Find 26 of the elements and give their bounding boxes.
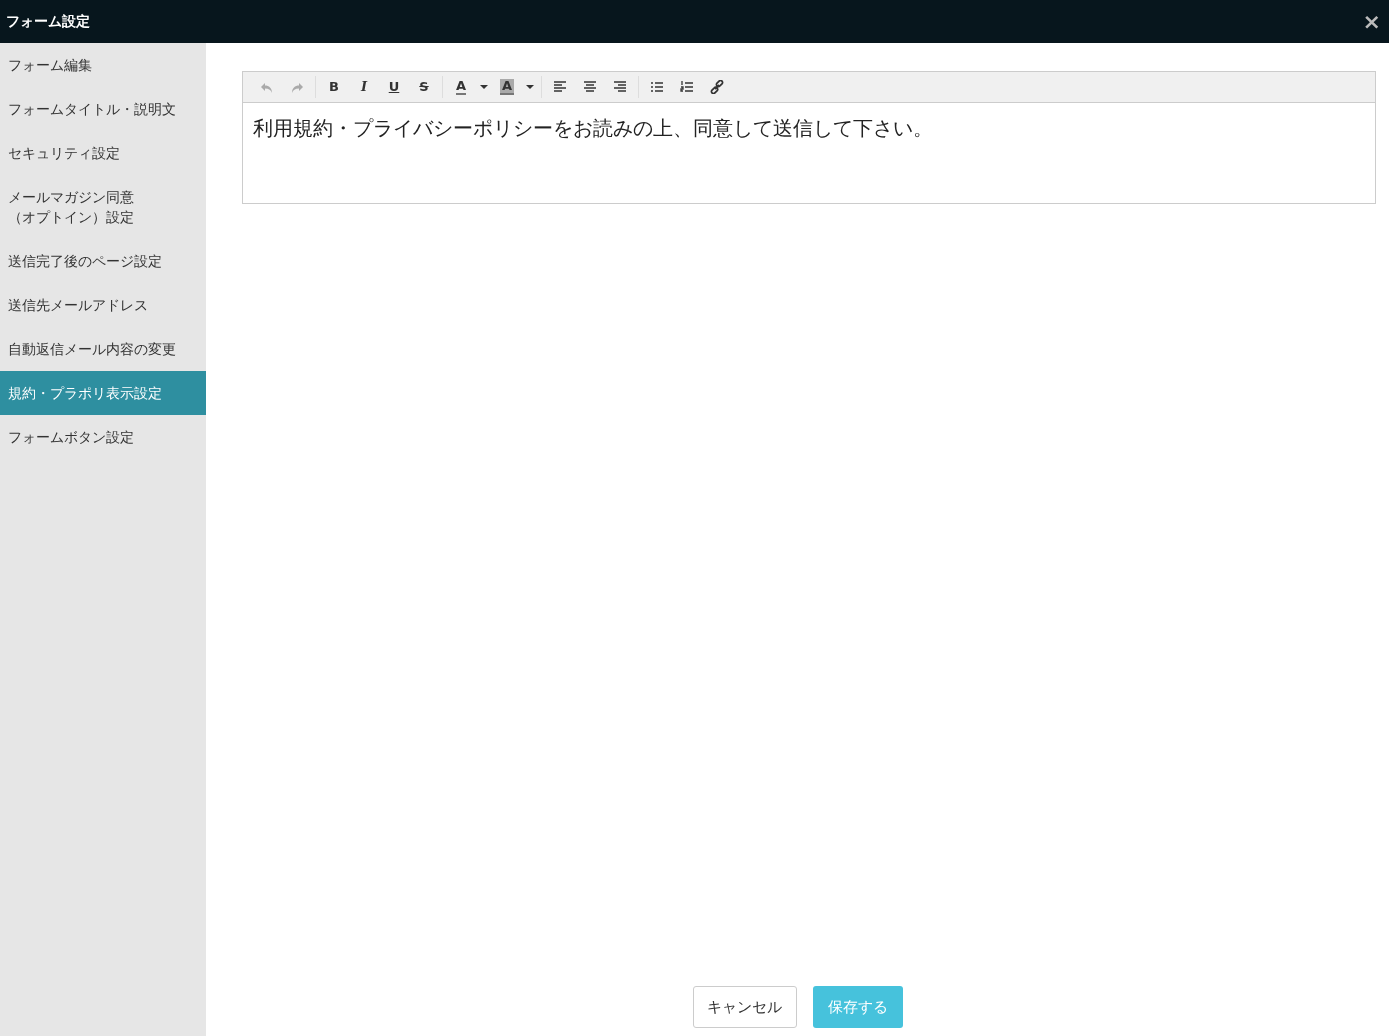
italic-button[interactable]: I bbox=[349, 76, 379, 98]
bulleted-list-icon bbox=[650, 80, 664, 94]
redo-icon bbox=[290, 80, 304, 94]
sidebar-item[interactable]: フォームタイトル・説明文 bbox=[0, 87, 206, 131]
cancel-button[interactable]: キャンセル bbox=[692, 986, 797, 1028]
underline-button[interactable]: U bbox=[379, 76, 409, 98]
numbered-list-icon bbox=[680, 80, 694, 94]
sidebar-item[interactable]: フォーム編集 bbox=[0, 43, 206, 87]
backcolor-button[interactable]: A bbox=[492, 76, 522, 98]
sidebar-item[interactable]: メールマガジン同意 （オプトイン）設定 bbox=[0, 175, 206, 239]
close-button[interactable]: × bbox=[1354, 10, 1389, 33]
align-left-icon bbox=[553, 80, 567, 94]
link-icon bbox=[710, 80, 724, 94]
align-center-icon bbox=[583, 80, 597, 94]
align-right-icon bbox=[613, 80, 627, 94]
strike-button[interactable]: S bbox=[409, 76, 439, 98]
bold-button[interactable]: B bbox=[319, 76, 349, 98]
sidebar-item[interactable]: 送信先メールアドレス bbox=[0, 283, 206, 327]
editor-text[interactable]: 利用規約・プライバシーポリシーをお読みの上、同意して送信して下さい。 bbox=[243, 103, 1375, 203]
sidebar-item[interactable]: 送信完了後のページ設定 bbox=[0, 239, 206, 283]
forecolor-button[interactable]: A bbox=[446, 76, 476, 98]
sidebar-item[interactable]: 自動返信メール内容の変更 bbox=[0, 327, 206, 371]
sidebar-item[interactable]: 規約・プラポリ表示設定 bbox=[0, 371, 206, 415]
sidebar-item[interactable]: セキュリティ設定 bbox=[0, 131, 206, 175]
sidebar-item[interactable]: フォームボタン設定 bbox=[0, 415, 206, 459]
window-title: フォーム設定 bbox=[5, 12, 90, 31]
